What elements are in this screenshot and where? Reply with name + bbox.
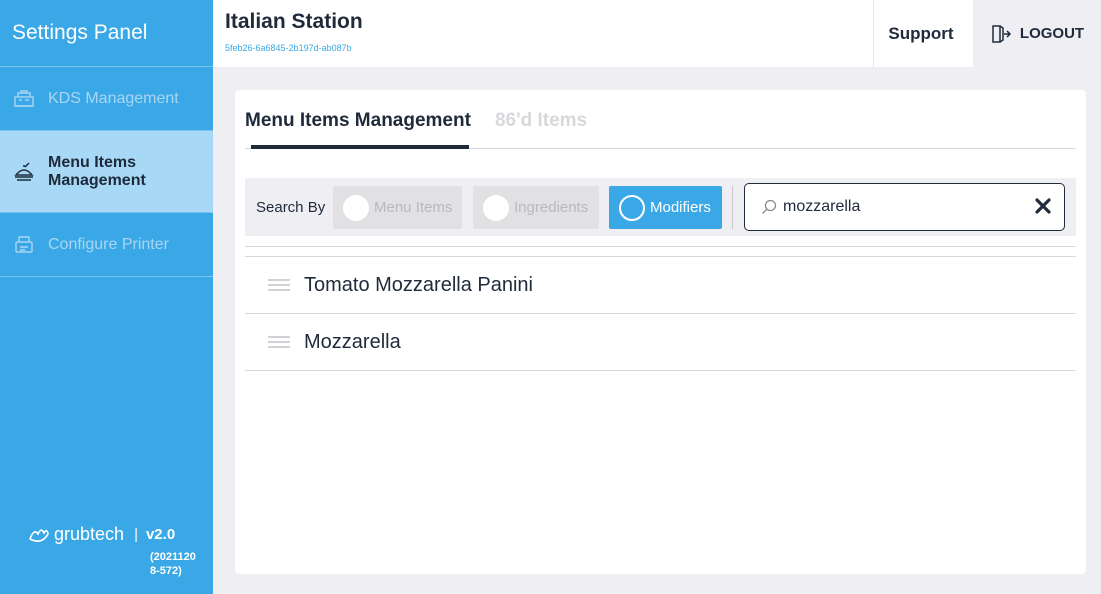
radio-icon [343, 194, 369, 221]
station-name: Italian Station [225, 10, 363, 33]
main-card: Menu Items Management 86'd Items Search … [235, 90, 1086, 574]
drag-handle-icon[interactable] [268, 335, 290, 349]
tabs: Menu Items Management 86'd Items [245, 110, 611, 132]
tab-86d-items[interactable]: 86'd Items [495, 110, 593, 132]
tab-menu-items-management[interactable]: Menu Items Management [245, 110, 477, 132]
clear-search-icon[interactable] [1032, 195, 1054, 217]
item-name: Tomato Mozzarella Panini [304, 273, 533, 296]
sidebar-item-configure-printer[interactable]: Configure Printer [0, 213, 213, 277]
logout-icon [990, 24, 1012, 44]
menu-items-icon [12, 160, 36, 184]
search-field[interactable] [744, 183, 1065, 231]
sidebar-item-label: KDS Management [48, 89, 179, 107]
results-list: Tomato Mozzarella Panini Mozzarella [245, 246, 1076, 371]
logout-label: LOGOUT [1019, 25, 1085, 42]
search-option-ingredients[interactable]: Ingredients [473, 186, 599, 229]
sidebar: Settings Panel KDS Management Menu Items… [0, 0, 213, 594]
radio-selected-icon [619, 194, 645, 221]
station-id: 5feb26-6a6845-2b197d-ab087b [225, 43, 352, 53]
option-label: Ingredients [514, 199, 589, 216]
build-number: (20211208-572) [150, 551, 196, 577]
drag-handle-icon[interactable] [268, 278, 290, 292]
list-item[interactable]: Mozzarella [245, 314, 1076, 371]
top-bar: Italian Station 5feb26-6a6845-2b197d-ab0… [213, 0, 1101, 67]
brand: grubtech | v2.0 [28, 524, 175, 545]
kds-icon [12, 87, 36, 111]
sidebar-item-kds-management[interactable]: KDS Management [0, 67, 213, 131]
search-option-menu-items[interactable]: Menu Items [333, 186, 462, 229]
search-option-modifiers[interactable]: Modifiers [609, 186, 722, 229]
support-button[interactable]: Support [873, 0, 968, 67]
grubtech-logo-icon [28, 525, 50, 545]
item-name: Mozzarella [304, 330, 401, 353]
search-bar: Search By Menu Items Ingredients Modifie… [245, 178, 1076, 236]
sidebar-item-label: Menu Items Management [48, 153, 146, 189]
printer-icon [12, 233, 36, 257]
list-item[interactable]: Tomato Mozzarella Panini [245, 257, 1076, 314]
sidebar-item-label: Configure Printer [48, 235, 169, 253]
app-version: v2.0 [145, 526, 176, 543]
search-icon [761, 199, 777, 215]
search-input[interactable] [783, 198, 1023, 216]
option-label: Modifiers [650, 199, 711, 216]
search-by-label: Search By [256, 199, 326, 216]
brand-separator: | [134, 526, 138, 543]
search-divider [732, 186, 733, 229]
sidebar-footer: grubtech | v2.0 (20211208-572) [0, 524, 213, 594]
active-tab-indicator [251, 145, 469, 149]
logout-button[interactable]: LOGOUT [973, 0, 1101, 67]
option-label: Menu Items [374, 199, 453, 216]
radio-icon [483, 194, 509, 221]
sidebar-title: Settings Panel [0, 0, 213, 67]
sidebar-item-menu-items-management[interactable]: Menu Items Management [0, 131, 213, 213]
list-divider [245, 246, 1076, 247]
brand-name: grubtech [54, 524, 125, 544]
